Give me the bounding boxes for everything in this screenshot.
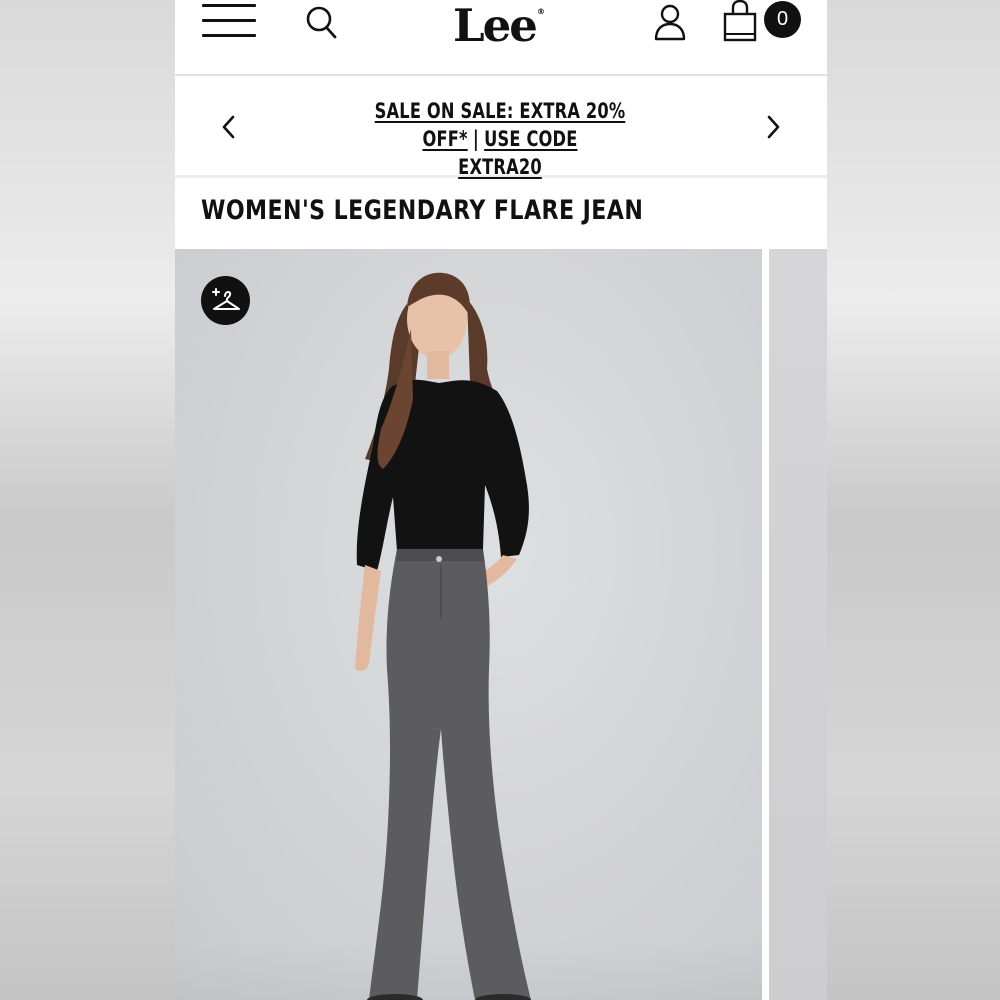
hanger-plus-icon <box>212 288 240 310</box>
product-title-bar: WOMEN'S LEGENDARY FLARE JEAN <box>175 181 827 249</box>
shopping-bag-icon[interactable] <box>722 0 758 42</box>
promo-banner: SALE ON SALE: EXTRA 20% OFF* | USE CODE EX… <box>175 78 827 181</box>
cart-count-badge[interactable]: 0 <box>764 1 801 38</box>
lee-logo[interactable]: Lee ® <box>453 0 553 54</box>
add-to-wishlist-button[interactable] <box>201 276 250 325</box>
promo-code-link[interactable]: EXTRA20 <box>458 155 542 179</box>
registered-mark: ® <box>537 7 545 16</box>
search-icon[interactable] <box>305 4 339 40</box>
product-image-main[interactable] <box>175 249 762 1000</box>
product-image-next-preview[interactable] <box>769 249 827 1000</box>
model-photo <box>355 272 531 1000</box>
product-image-gallery[interactable] <box>175 249 827 1000</box>
promo-message: SALE ON SALE: EXTRA 20% OFF* | USE CODE EX… <box>324 97 677 181</box>
logo-text: Lee <box>453 0 538 52</box>
chevron-left-icon[interactable] <box>219 114 239 140</box>
hamburger-menu-icon[interactable] <box>202 4 256 38</box>
mobile-page: Lee ® 0 SALE ON SALE: EXTRA 20% OFF* | USE… <box>175 0 827 1000</box>
promo-separator: | <box>472 127 479 151</box>
account-icon[interactable] <box>653 2 687 42</box>
product-title: WOMEN'S LEGENDARY FLARE JEAN <box>201 195 644 226</box>
site-header: Lee ® 0 <box>175 0 827 76</box>
chevron-right-icon[interactable] <box>763 114 783 140</box>
promo-use-code-link[interactable]: USE CODE <box>484 127 577 151</box>
backdrop-right <box>827 0 1000 1000</box>
backdrop-left <box>0 0 175 1000</box>
